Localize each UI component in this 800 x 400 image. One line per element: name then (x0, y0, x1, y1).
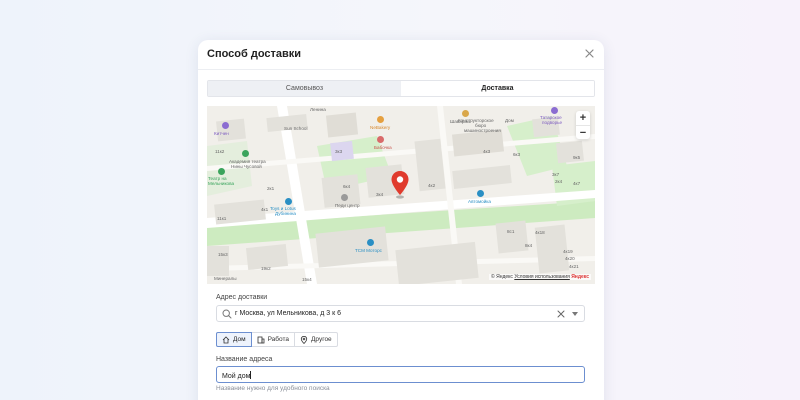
text-caret (250, 371, 252, 379)
map-label: 4к7 (573, 181, 581, 186)
tab-delivery[interactable]: Доставка (401, 81, 594, 96)
map-label: 19к2 (261, 266, 271, 271)
search-icon (222, 309, 232, 319)
map-label: 4к3 (483, 149, 491, 154)
map-label: Бабочка (374, 145, 392, 150)
map-copyright-prefix: © Яндекс (491, 274, 513, 280)
automoika-poi-icon[interactable] (477, 190, 484, 197)
pedicenter-poi-icon[interactable] (341, 194, 348, 201)
map-label: 4к19 (563, 249, 573, 254)
address-label: Адрес доставки (216, 294, 268, 301)
chevron-down-icon[interactable] (572, 312, 578, 316)
map-label: 4к21 (569, 264, 579, 269)
address-name-label: Название адреса (216, 356, 273, 363)
babochka-poi-icon[interactable] (377, 136, 384, 143)
tatarskoe-poi-icon[interactable] (551, 107, 558, 114)
modal-header: Способ доставки (198, 40, 604, 70)
map-label: 4к18 (535, 230, 545, 235)
map-label: 11к2 (215, 149, 225, 154)
tsm-poi-icon[interactable] (367, 239, 374, 246)
map-label: Минералы (214, 276, 237, 281)
map-label: 3к7 (552, 172, 560, 177)
address-type-work-button[interactable]: Работа (250, 332, 296, 347)
map[interactable]: Ленина Китчен Sun School Академия театра… (207, 106, 595, 284)
location-pin-icon (300, 335, 308, 344)
address-type-label: Дом (233, 336, 246, 343)
address-name-input[interactable]: Мой дом (216, 366, 585, 383)
address-name-text: Мой дом (222, 373, 251, 380)
address-input[interactable]: г Москва, ул Мельникова, д 3 к 6 (216, 305, 585, 322)
map-label: NeBakery (370, 125, 391, 130)
map-label: Нины Чусовой (231, 164, 262, 169)
map-label: 11к1 (217, 216, 227, 221)
address-value: г Москва, ул Мельникова, д 3 к 6 (235, 310, 341, 317)
building-icon (257, 336, 264, 343)
delivery-method-modal: Способ доставки Самовывоз Доставка Ленин… (198, 40, 604, 400)
clear-icon[interactable] (557, 310, 565, 318)
map-label: подворье (542, 120, 563, 125)
map-label: Дом (505, 118, 514, 123)
delivery-tabs: Самовывоз Доставка (207, 80, 595, 97)
map-label: Автомойка (468, 199, 491, 204)
address-name-hint: Название нужно для удобного поиска (216, 385, 330, 392)
close-button[interactable] (583, 47, 596, 60)
toys-poi-icon[interactable] (285, 198, 292, 205)
map-label: 2к4 (555, 179, 563, 184)
address-type-selector: Дом Работа Другое (216, 332, 338, 347)
map-label: 8к4 (525, 243, 533, 248)
address-type-other-button[interactable]: Другое (294, 332, 338, 347)
address-type-label: Работа (267, 336, 290, 343)
map-label: Китчен (214, 131, 229, 136)
map-label: машиностроения (464, 128, 501, 133)
theatre-poi-icon[interactable] (218, 168, 225, 175)
map-label: 4к2 (428, 183, 436, 188)
address-type-label: Другое (311, 336, 332, 343)
address-type-home-button[interactable]: Дом (216, 332, 252, 347)
map-label: 6к4 (343, 184, 351, 189)
kitchen-poi-icon[interactable] (222, 122, 229, 129)
close-icon (585, 49, 594, 58)
map-label: 6к3 (513, 152, 521, 157)
nebakery-poi-icon[interactable] (377, 116, 384, 123)
map-label: 3к4 (376, 192, 384, 197)
map-label: Дубинина (275, 211, 296, 216)
modal-title: Способ доставки (207, 48, 302, 60)
tab-pickup[interactable]: Самовывоз (208, 81, 401, 96)
shavarma-poi-icon[interactable] (462, 110, 469, 117)
academy-poi-icon[interactable] (242, 150, 249, 157)
zoom-out-button[interactable]: − (576, 125, 590, 139)
map-brand: Яндекс (571, 274, 589, 280)
map-label: 4к20 (565, 256, 575, 261)
home-icon (222, 335, 230, 343)
map-label: 15к4 (302, 277, 312, 282)
address-name-value: Мой дом (222, 371, 252, 380)
map-label: Педи центр (335, 203, 360, 208)
map-label: Мельникова (208, 181, 235, 186)
location-pin-icon[interactable] (390, 170, 410, 200)
map-label: 15к3 (218, 252, 228, 257)
map-label: 9к5 (573, 155, 581, 160)
map-terms-link[interactable]: Условия использования (514, 274, 570, 280)
map-label: ТСМ Моторс (355, 248, 382, 253)
map-label: 2к1 (267, 186, 275, 191)
zoom-in-button[interactable]: + (576, 111, 590, 125)
map-label: 3к3 (335, 149, 343, 154)
map-label: 4к1 (261, 207, 269, 212)
map-label: Sun School (284, 126, 308, 131)
map-copyright: © Яндекс Условия использования Яндекс (489, 274, 591, 280)
map-zoom-controls: + − (576, 111, 590, 139)
map-label: Ленина (310, 107, 326, 112)
map-label: 8с1 (507, 229, 515, 234)
